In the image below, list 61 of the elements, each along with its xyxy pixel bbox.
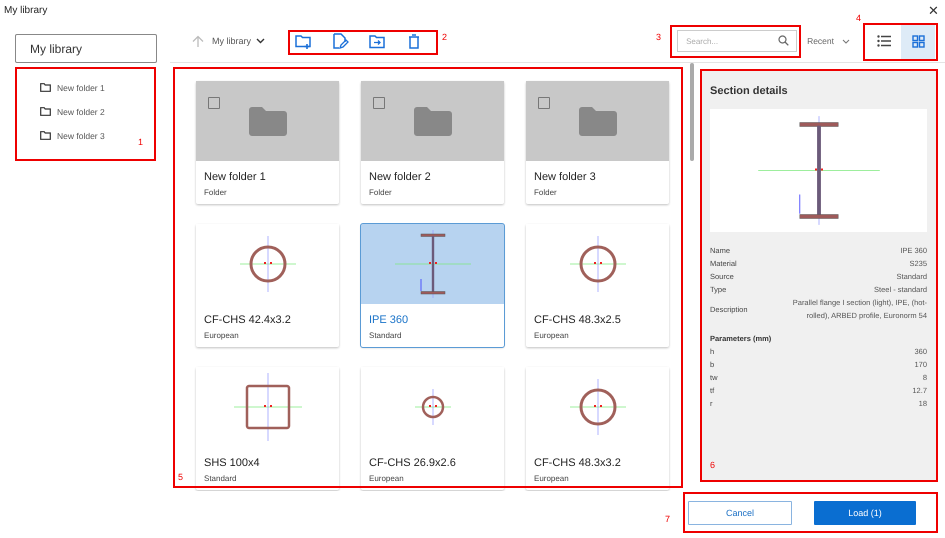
search-icon	[778, 35, 790, 46]
card-subtitle: Folder	[203, 187, 228, 199]
card-subtitle: Standard	[203, 473, 238, 485]
folder-icon	[578, 106, 616, 136]
sidebar-folder-item[interactable]: New folder 2	[15, 103, 170, 120]
annotation-number: 7	[665, 515, 670, 524]
chevron-down-icon	[256, 38, 266, 44]
card-subtitle: Folder	[368, 187, 393, 199]
card-title: IPE 360	[368, 313, 410, 326]
card-title: CF-CHS 26.9x2.6	[368, 456, 457, 469]
section-card[interactable]: CF-CHS 48.3x2.5 European	[526, 224, 669, 347]
annotation-number: 2	[442, 33, 448, 42]
sidebar-folder-item[interactable]: New folder 1	[15, 79, 170, 96]
panel-title: Section details	[710, 85, 789, 97]
card-title: SHS 100x4	[203, 456, 261, 469]
folder-icon	[40, 83, 51, 92]
grid-view-icon	[912, 34, 924, 48]
scrollbar-thumb[interactable]	[690, 63, 694, 161]
section-card[interactable]: CF-CHS 48.3x3.2 European	[526, 367, 669, 490]
annotation-number: 1	[138, 138, 144, 147]
chevron-down-icon	[842, 38, 850, 44]
breadcrumb-dropdown[interactable]: My library	[212, 36, 266, 46]
edit-file-icon[interactable]	[332, 32, 350, 50]
section-card[interactable]: New folder 3 Folder	[526, 81, 669, 204]
annotation-number: 6	[710, 461, 716, 470]
card-title: CF-CHS 42.4x3.2	[203, 313, 292, 326]
card-subtitle: Standard	[368, 330, 402, 342]
section-card[interactable]: CF-CHS 26.9x2.6 European	[361, 367, 504, 490]
new-folder-icon[interactable]	[295, 32, 312, 50]
card-subtitle: Folder	[533, 187, 558, 199]
list-view-icon	[877, 35, 891, 47]
folder-icon	[40, 107, 51, 116]
card-subtitle: European	[533, 330, 570, 342]
close-button[interactable]: ✕	[926, 4, 941, 16]
folder-icon	[40, 131, 51, 140]
card-title: New folder 2	[368, 170, 432, 183]
annotation-number: 3	[656, 33, 662, 42]
search-field[interactable]: Search...	[677, 30, 798, 52]
folder-icon	[414, 106, 452, 136]
card-subtitle: European	[533, 473, 570, 485]
section-card[interactable]: IPE 360 Standard	[361, 224, 504, 347]
section-card[interactable]: New folder 1 Folder	[196, 81, 339, 204]
view-toggle-button[interactable]	[901, 23, 935, 59]
load-button[interactable]: Load (1)	[814, 501, 916, 525]
card-title: New folder 3	[533, 170, 597, 183]
section-card[interactable]: CF-CHS 42.4x3.2 European	[196, 224, 339, 347]
card-subtitle: European	[368, 473, 405, 485]
section-card[interactable]: SHS 100x4 Standard	[196, 367, 339, 490]
library-root-item[interactable]: My library	[15, 34, 157, 63]
section-card[interactable]: New folder 2 Folder	[361, 81, 504, 204]
card-title: New folder 1	[203, 170, 267, 183]
window-title: My library	[4, 4, 48, 16]
annotation-number: 5	[178, 473, 184, 482]
folder-icon	[248, 106, 286, 136]
card-title: CF-CHS 48.3x3.2	[533, 456, 622, 469]
cancel-button[interactable]: Cancel	[688, 501, 792, 525]
annotation-number: 4	[856, 14, 862, 23]
move-to-folder-icon[interactable]	[369, 32, 386, 50]
sort-dropdown[interactable]: Recent	[807, 36, 850, 46]
card-subtitle: European	[203, 330, 240, 342]
card-title: CF-CHS 48.3x2.5	[533, 313, 622, 326]
